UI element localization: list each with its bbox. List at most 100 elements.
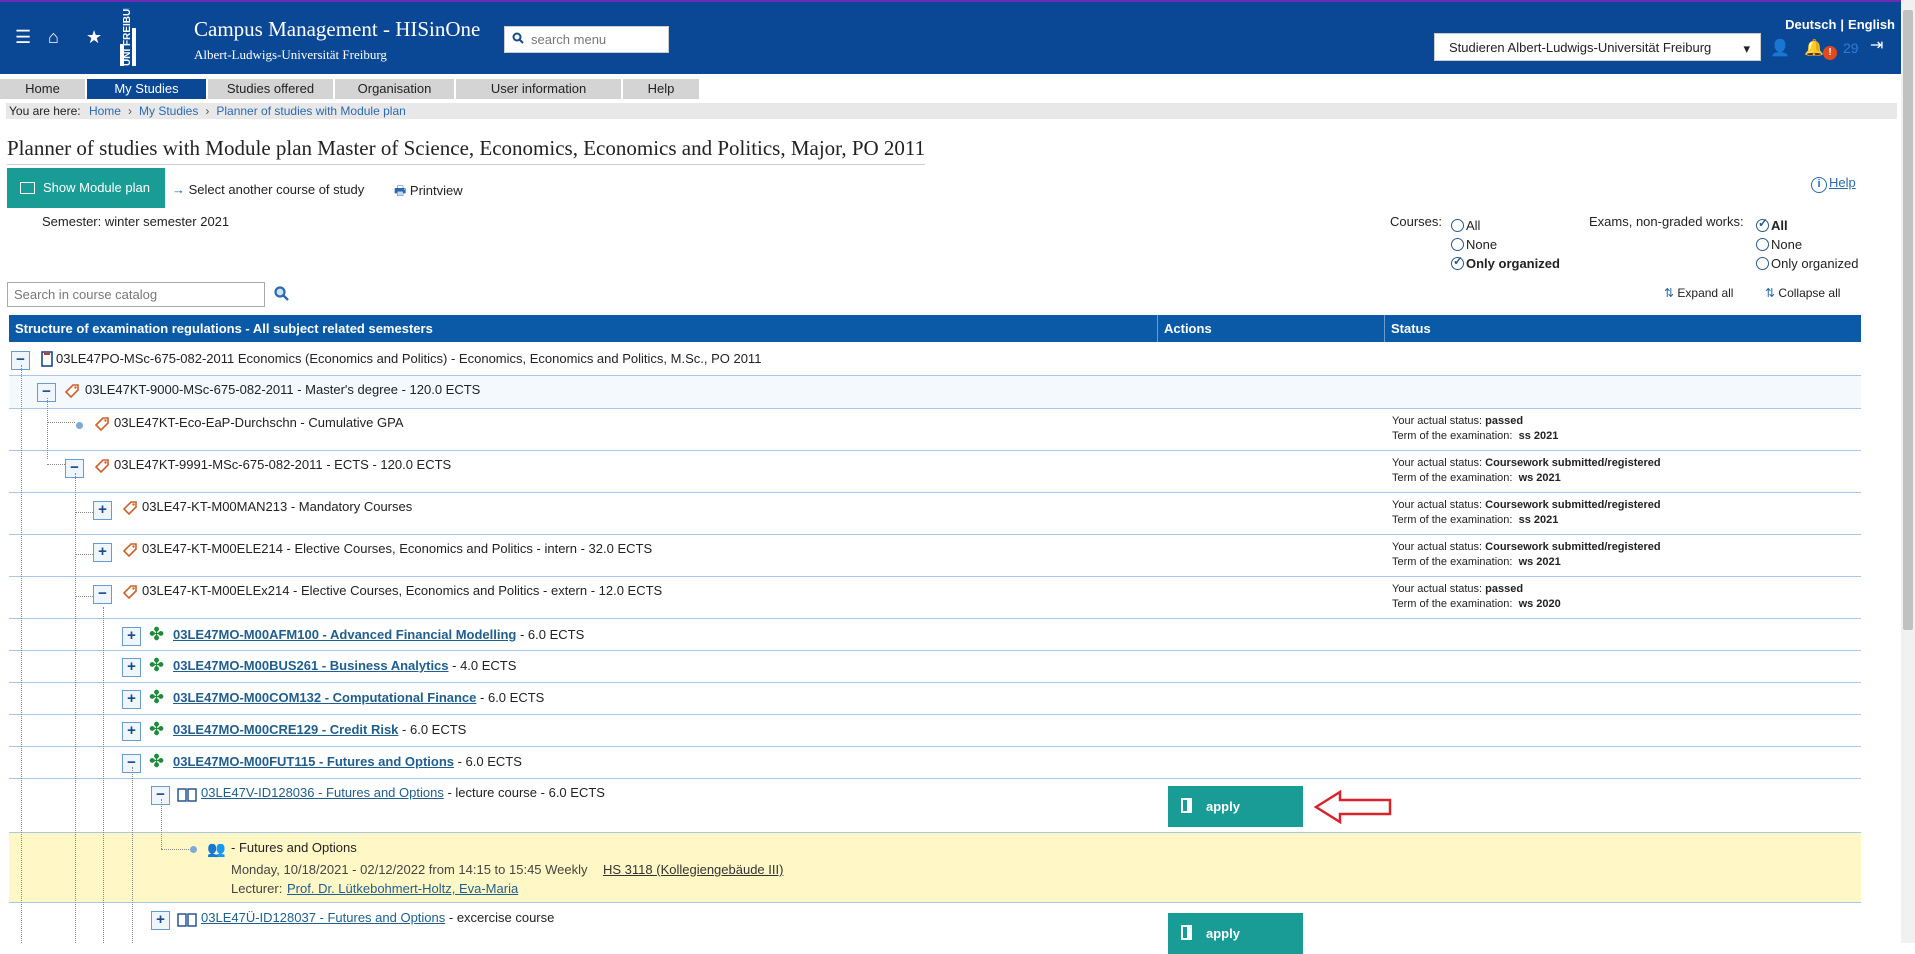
leaf-dot (76, 422, 83, 429)
expand-toggle[interactable]: + (122, 722, 141, 741)
module-link[interactable]: 03LE47MO-M00COM132 - Computational Finan… (173, 690, 476, 705)
status-label: Your actual status: (1392, 499, 1483, 511)
search-icon[interactable] (274, 286, 289, 301)
term-label: Term of the examination: (1392, 556, 1513, 568)
tab-studies-offered[interactable]: Studies offered (208, 79, 333, 99)
expand-toggle[interactable]: + (122, 627, 141, 646)
course-catalog-search-input[interactable]: Search in course catalog (7, 282, 265, 307)
appointment-row: 👥 - Futures and Options Monday, 10/18/20… (9, 833, 1861, 903)
printview-label: Printview (409, 183, 463, 198)
study-context-select[interactable]: Studieren Albert-Ludwigs-Universität Fre… (1434, 33, 1761, 61)
expand-toggle[interactable]: + (93, 501, 112, 520)
hamburger-menu-icon[interactable]: ☰ (15, 28, 31, 46)
module-link[interactable]: 03LE47MO-M00FUT115 - Futures and Options (173, 754, 454, 769)
app-title: Campus Management - HISinOne (194, 17, 481, 41)
lang-deutsch[interactable]: Deutsch (1785, 17, 1836, 32)
document-icon (41, 351, 53, 367)
lecturer-label: Lecturer: (231, 881, 283, 896)
tab-my-studies[interactable]: My Studies (87, 79, 206, 99)
exams-radio-none[interactable]: None (1756, 237, 1802, 252)
expand-all-button[interactable]: ⇅ Expand all (1664, 286, 1733, 300)
course-link[interactable]: 03LE47Ü-ID128037 - Futures and Options (201, 910, 445, 925)
grid-icon (20, 182, 35, 194)
tab-help[interactable]: Help (623, 79, 699, 99)
tab-organisation[interactable]: Organisation (335, 79, 454, 99)
apply-button[interactable]: apply (1168, 786, 1303, 827)
room-link[interactable]: HS 3118 (Kollegiengebäude III) (603, 862, 783, 877)
chevron-down-icon: ▾ (1743, 41, 1750, 56)
apply-button[interactable]: apply (1168, 913, 1303, 954)
exams-radio-only-organized[interactable]: Only organized (1756, 256, 1858, 271)
node-label: 03LE47KT-9000-MSc-675-082-2011 - Master'… (85, 382, 481, 397)
table-header: Structure of examination regulations - A… (9, 315, 1861, 342)
breadcrumb-my-studies[interactable]: My Studies (139, 104, 198, 118)
apply-label: apply (1206, 926, 1240, 941)
courses-filter-label: Courses: (1390, 214, 1443, 229)
door-enter-icon (1181, 925, 1192, 940)
semester-info: Semester: winter semester 2021 (42, 214, 230, 229)
courses-radio-none[interactable]: None (1451, 237, 1497, 252)
module-ects: - 6.0 ECTS (476, 690, 545, 705)
table-row: + ✤ 03LE47MO-M00AFM100 - Advanced Financ… (9, 619, 1861, 651)
tree-guide-line (161, 799, 162, 849)
lang-english[interactable]: English (1848, 17, 1895, 32)
status-label: Your actual status: (1392, 541, 1483, 553)
select-another-course-link[interactable]: → Select another course of study (172, 182, 364, 197)
module-label: 03LE47MO-M00COM132 - Computational Finan… (173, 690, 544, 705)
status-value: passed (1485, 583, 1524, 595)
status-cell: Your actual status: Coursework submitted… (1392, 456, 1661, 486)
tab-home[interactable]: Home (0, 79, 85, 99)
status-value: passed (1485, 415, 1524, 427)
module-link[interactable]: 03LE47MO-M00CRE129 - Credit Risk (173, 722, 398, 737)
scrollbar-thumb[interactable] (1903, 10, 1913, 630)
tree-guide-line (47, 422, 75, 423)
module-ects: - 4.0 ECTS (448, 658, 517, 673)
module-link[interactable]: 03LE47MO-M00BUS261 - Business Analytics (173, 658, 449, 673)
tab-user-information[interactable]: User information (456, 79, 621, 99)
star-favorites-icon[interactable]: ★ (86, 28, 102, 46)
help-link[interactable]: i Help (1811, 175, 1856, 193)
expand-toggle[interactable]: + (151, 911, 170, 930)
tree-guide-line (161, 849, 189, 850)
table-row: + ✤ 03LE47MO-M00COM132 - Computational F… (9, 683, 1861, 715)
radio-label: None (1771, 237, 1803, 252)
tree-guide-line (47, 464, 65, 465)
breadcrumb-planner[interactable]: Planner of studies with Module plan (216, 104, 405, 118)
breadcrumb-home[interactable]: Home (89, 104, 121, 118)
module-link[interactable]: 03LE47MO-M00AFM100 - Advanced Financial … (173, 627, 516, 642)
node-label: 03LE47-KT-M00ELEx214 - Elective Courses,… (142, 583, 663, 598)
puzzle-module-icon: ✤ (149, 624, 165, 644)
collapse-toggle[interactable]: − (93, 585, 112, 604)
leaf-dot (190, 846, 197, 853)
show-module-plan-button[interactable]: Show Module plan (7, 168, 165, 208)
courses-radio-only-organized[interactable]: Only organized (1451, 254, 1560, 271)
lecturer-link[interactable]: Prof. Dr. Lütkebohmert-Holtz, Eva-Maria (287, 881, 518, 896)
logout-icon[interactable]: ⇥ (1870, 35, 1883, 55)
collapse-all-button[interactable]: ⇅ Collapse all (1765, 286, 1840, 300)
radio-label: Only organized (1771, 256, 1859, 271)
radio-circle (1451, 238, 1464, 251)
user-icon[interactable]: 👤 (1770, 38, 1790, 58)
printview-link[interactable]: 🖶 Printview (394, 182, 463, 204)
page-scrollbar[interactable] (1901, 0, 1915, 943)
expand-toggle[interactable]: + (122, 690, 141, 709)
expand-toggle[interactable]: + (122, 658, 141, 677)
expand-toggle[interactable]: + (93, 543, 112, 562)
study-select-value: Studieren Albert-Ludwigs-Universität Fre… (1449, 40, 1712, 55)
puzzle-module-icon: ✤ (149, 751, 165, 771)
radio-label: All (1466, 218, 1481, 233)
status-cell: Your actual status: passed Term of the ex… (1392, 414, 1558, 444)
table-row: − 03LE47KT-9991-MSc-675-082-2011 - ECTS … (9, 451, 1861, 493)
bell-icon[interactable]: 🔔 (1804, 38, 1824, 58)
status-label: Your actual status: (1392, 457, 1483, 469)
exams-radio-all[interactable]: All (1756, 216, 1788, 233)
menu-search-input[interactable]: search menu (504, 26, 669, 53)
term-value: ws 2020 (1518, 598, 1561, 610)
module-label: 03LE47MO-M00BUS261 - Business Analytics … (173, 658, 516, 673)
course-type: - lecture course - 6.0 ECTS (443, 785, 605, 800)
term-label: Term of the examination: (1392, 598, 1513, 610)
courses-radio-all[interactable]: All (1451, 218, 1480, 233)
tree-guide-line (132, 767, 133, 943)
home-icon[interactable]: ⌂ (48, 28, 59, 46)
course-link[interactable]: 03LE47V-ID128036 - Futures and Options (201, 785, 444, 800)
